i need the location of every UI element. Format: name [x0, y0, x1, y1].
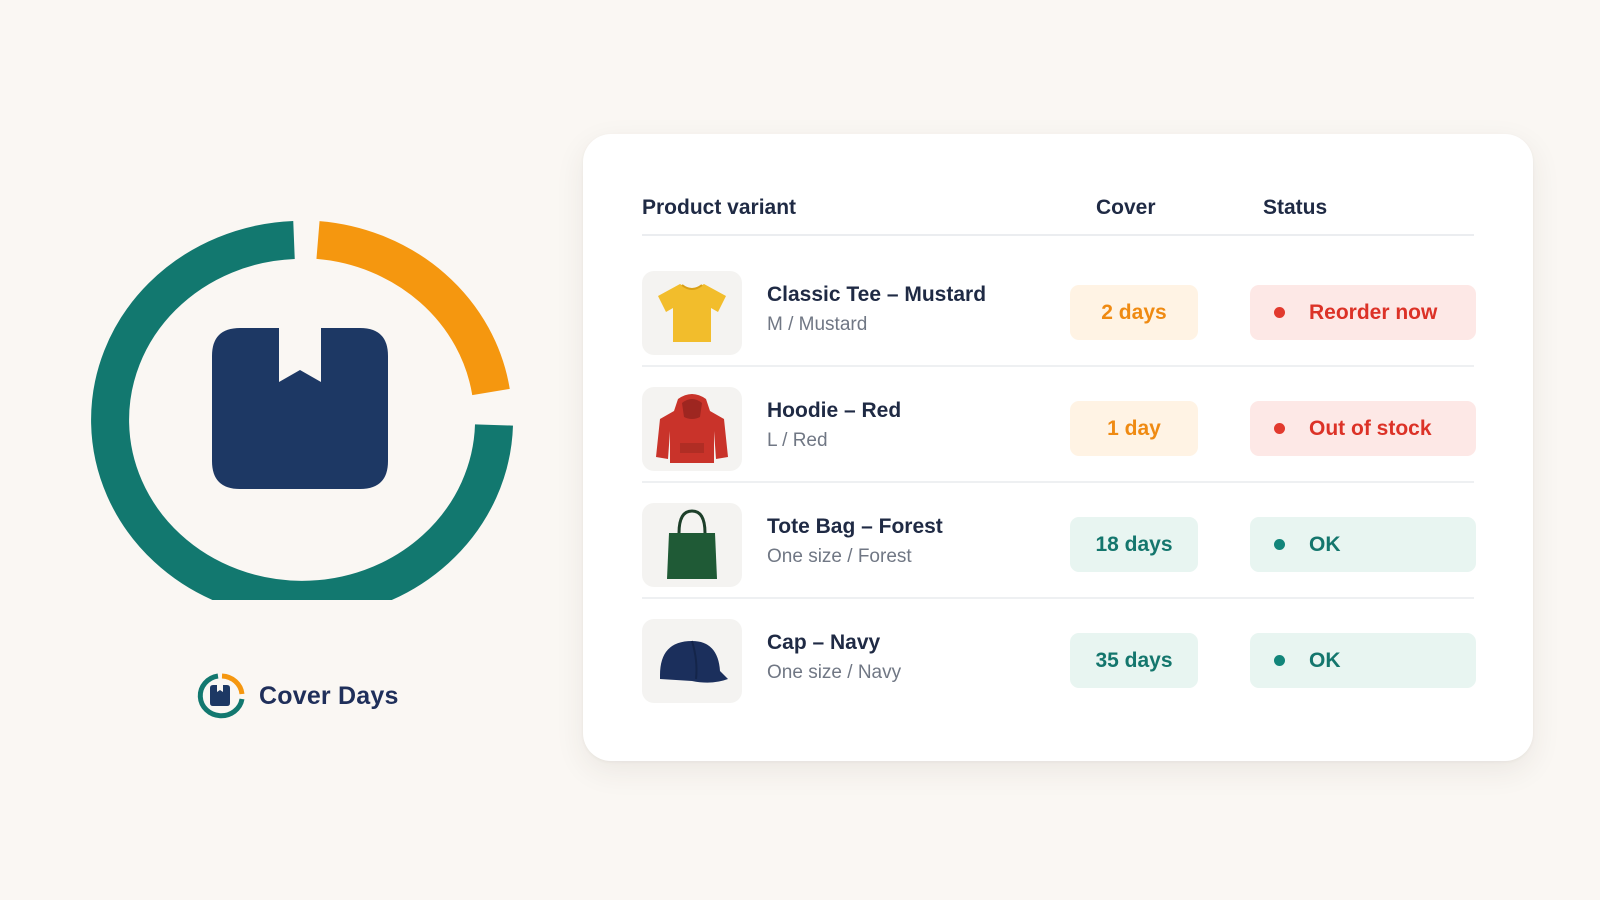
tote-bag-icon [667, 509, 717, 579]
app-canvas: Cover Days Product variant Cover Status … [0, 0, 1600, 900]
cover-days-badge: 18 days [1070, 517, 1198, 572]
status-badge[interactable]: Reorder now [1250, 285, 1476, 340]
column-header-product[interactable]: Product variant [642, 196, 796, 220]
status-dot-icon [1274, 539, 1285, 550]
status-badge[interactable]: OK [1250, 633, 1476, 688]
cap-icon [660, 640, 728, 683]
hoodie-icon [656, 394, 728, 463]
status-dot-icon [1274, 655, 1285, 666]
product-name[interactable]: Cap – Navy [767, 631, 880, 655]
inventory-table-card: Product variant Cover Status Classic Tee… [583, 134, 1533, 761]
cover-days-badge: 35 days [1070, 633, 1198, 688]
product-thumbnail [642, 387, 742, 471]
status-dot-icon [1274, 423, 1285, 434]
product-thumbnail [642, 619, 742, 703]
table-row[interactable]: Classic Tee – Mustard M / Mustard 2 days… [642, 251, 1476, 367]
column-header-status[interactable]: Status [1263, 196, 1327, 220]
table-header: Product variant Cover Status [642, 196, 1474, 236]
product-variant: M / Mustard [767, 314, 868, 335]
t-shirt-icon [658, 284, 726, 342]
product-name[interactable]: Classic Tee – Mustard [767, 283, 986, 307]
brand-lockup: Cover Days [195, 672, 399, 720]
product-variant: One size / Navy [767, 662, 902, 683]
status-dot-icon [1274, 307, 1285, 318]
status-badge[interactable]: OK [1250, 517, 1476, 572]
product-name[interactable]: Tote Bag – Forest [767, 515, 943, 539]
status-badge[interactable]: Out of stock [1250, 401, 1476, 456]
product-thumbnail [642, 271, 742, 355]
table-row[interactable]: Tote Bag – Forest One size / Forest 18 d… [642, 483, 1476, 599]
cover-days-logo-icon [91, 221, 513, 600]
table-row[interactable]: Hoodie – Red L / Red 1 day Out of stock [642, 367, 1476, 483]
column-header-cover[interactable]: Cover [1096, 196, 1156, 220]
product-variant: One size / Forest [767, 546, 912, 567]
product-name[interactable]: Hoodie – Red [767, 399, 901, 423]
cover-days-badge: 2 days [1070, 285, 1198, 340]
brand-name: Cover Days [259, 681, 399, 710]
cover-days-badge: 1 day [1070, 401, 1198, 456]
table-row[interactable]: Cap – Navy One size / Navy 35 days OK [642, 599, 1476, 715]
brand-mark-icon [197, 673, 245, 719]
product-thumbnail [642, 503, 742, 587]
product-variant: L / Red [767, 430, 828, 451]
